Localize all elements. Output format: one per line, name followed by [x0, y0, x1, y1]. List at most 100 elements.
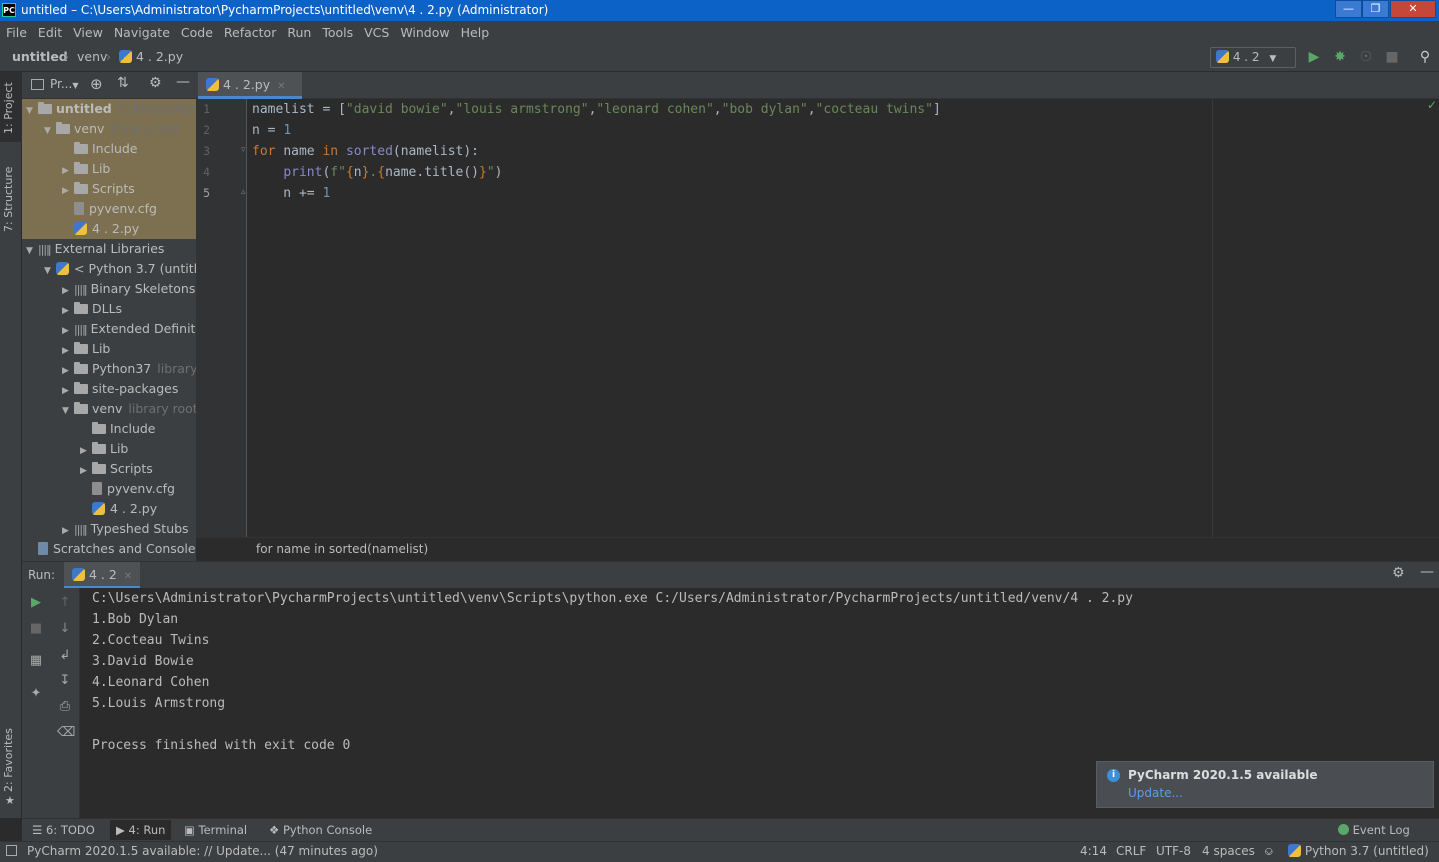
inspection-ok-icon[interactable]: ✓	[1427, 98, 1437, 112]
hide-panel-icon[interactable]: —	[1420, 564, 1434, 580]
arrow-up-icon[interactable]: ↑	[57, 595, 73, 611]
tree-item[interactable]: ▼ |||‖ External Libraries	[22, 239, 196, 259]
line-number[interactable]: 4	[196, 165, 210, 179]
tree-item[interactable]: Scratches and Console:	[22, 539, 196, 559]
collapse-arrow-icon[interactable]: ▶	[62, 161, 74, 179]
layout-icon[interactable]: ▦	[28, 653, 44, 669]
tree-item[interactable]: ▶ Python37 library	[22, 359, 196, 379]
stop-icon[interactable]: ■	[28, 621, 44, 637]
structure-tool-tab[interactable]: 7: Structure	[2, 167, 15, 232]
arrow-down-icon[interactable]: ↓	[57, 621, 73, 637]
indent-setting[interactable]: 4 spaces	[1202, 844, 1255, 858]
breadcrumb-file[interactable]: 4 . 2.py	[119, 49, 183, 64]
file-encoding[interactable]: UTF-8	[1156, 844, 1191, 858]
tree-item[interactable]: ▶ |||‖ Typeshed Stubs	[22, 519, 196, 539]
tree-item[interactable]: ▶ Lib	[22, 439, 196, 459]
project-view-select[interactable]: Pr...▼	[50, 77, 78, 91]
menu-vcs[interactable]: VCS	[358, 21, 394, 40]
search-icon[interactable]: ⚲	[1417, 49, 1433, 65]
line-number[interactable]: 5	[196, 186, 210, 200]
tree-item[interactable]: ▼ venv library root	[22, 119, 196, 139]
status-message[interactable]: PyCharm 2020.1.5 available: // Update...…	[27, 844, 378, 858]
menu-run[interactable]: Run	[281, 21, 316, 40]
code-line[interactable]: for name in sorted(namelist):	[252, 141, 479, 162]
expand-arrow-icon[interactable]: ▼	[62, 401, 74, 419]
notification-update-link[interactable]: Update...	[1128, 786, 1183, 800]
menu-file[interactable]: File	[0, 21, 32, 40]
soft-wrap-icon[interactable]: ↲	[57, 648, 73, 664]
tree-item[interactable]: 4 . 2.py	[22, 499, 196, 519]
code-editor[interactable]: namelist = ["david bowie","louis armstro…	[247, 99, 1439, 537]
close-tab-icon[interactable]: ✕	[277, 81, 285, 92]
close-tab-icon[interactable]: ✕	[124, 571, 132, 582]
collapse-arrow-icon[interactable]: ▶	[80, 461, 92, 479]
tree-item[interactable]: ▶ Lib	[22, 339, 196, 359]
stop-icon[interactable]: ■	[1384, 49, 1400, 65]
expand-arrow-icon[interactable]: ▼	[44, 121, 56, 139]
favorites-tool-tab[interactable]: 2: Favorites	[2, 728, 15, 792]
locate-icon[interactable]: ⊕	[90, 75, 103, 93]
collapse-arrow-icon[interactable]: ▶	[62, 361, 74, 379]
tree-item[interactable]: 4 . 2.py	[22, 219, 196, 239]
gear-icon[interactable]: ⚙	[149, 75, 162, 91]
print-icon[interactable]: ⎙	[57, 699, 73, 715]
collapse-arrow-icon[interactable]: ▶	[80, 441, 92, 459]
menu-code[interactable]: Code	[175, 21, 218, 40]
rerun-icon[interactable]: ▶	[28, 595, 44, 611]
collapse-arrow-icon[interactable]: ▶	[62, 281, 74, 299]
collapse-arrow-icon[interactable]: ▶	[62, 321, 74, 339]
code-line[interactable]: n = 1	[252, 120, 291, 141]
menu-view[interactable]: View	[67, 21, 108, 40]
tree-item[interactable]: ▶ |||‖ Extended Definiti	[22, 319, 196, 339]
collapse-all-icon[interactable]: ⇅	[117, 75, 129, 91]
tree-item[interactable]: ▼ venv library root	[22, 399, 196, 419]
toggle-tool-windows-icon[interactable]	[6, 845, 17, 856]
collapse-arrow-icon[interactable]: ▶	[62, 521, 74, 539]
code-line[interactable]: print(f"{n}.{name.title()}")	[252, 162, 502, 183]
menu-help[interactable]: Help	[455, 21, 495, 40]
expand-arrow-icon[interactable]: ▼	[26, 241, 38, 259]
tree-item[interactable]: Include	[22, 419, 196, 439]
trash-icon[interactable]: ⌫	[57, 725, 75, 741]
run-tool-button[interactable]: ▶ 4: Run	[110, 820, 172, 840]
expand-arrow-icon[interactable]: ▼	[44, 261, 56, 279]
menu-navigate[interactable]: Navigate	[108, 21, 175, 40]
collapse-arrow-icon[interactable]: ▶	[62, 381, 74, 399]
collapse-arrow-icon[interactable]: ▶	[62, 341, 74, 359]
project-tool-tab[interactable]: 1: Project	[2, 82, 15, 134]
tree-item[interactable]: ▶ |||‖ Binary Skeletons	[22, 279, 196, 299]
update-notification[interactable]: i PyCharm 2020.1.5 available Update...	[1096, 761, 1434, 808]
todo-tool-button[interactable]: ☰ 6: TODO	[32, 823, 95, 837]
editor-tab-4-2-py[interactable]: 4 . 2.py ✕	[198, 72, 302, 99]
menu-edit[interactable]: Edit	[32, 21, 67, 40]
event-log-tool-button[interactable]: Event Log	[1338, 823, 1410, 837]
collapse-arrow-icon[interactable]: ▶	[62, 301, 74, 319]
coverage-icon[interactable]: ☉	[1358, 49, 1374, 65]
collapse-arrow-icon[interactable]: ▶	[62, 181, 74, 199]
tree-item[interactable]: ▶ Lib	[22, 159, 196, 179]
lock-icon[interactable]: ⎉	[1264, 844, 1274, 859]
python-console-tool-button[interactable]: ❖ Python Console	[269, 823, 372, 837]
run-tab-4-2[interactable]: 4 . 2 ✕	[64, 562, 141, 589]
tree-item[interactable]: ▶ Scripts	[22, 459, 196, 479]
breadcrumb-folder[interactable]: venv	[77, 49, 107, 64]
menu-window[interactable]: Window	[394, 21, 454, 40]
menu-tools[interactable]: Tools	[316, 21, 358, 40]
interpreter-select[interactable]: Python 3.7 (untitled)	[1288, 844, 1429, 858]
fold-marker-icon[interactable]: ▿	[241, 145, 246, 155]
tree-item[interactable]: Include	[22, 139, 196, 159]
tree-item[interactable]: ▼ < Python 3.7 (untitle	[22, 259, 196, 279]
maximize-button[interactable]: ❐	[1362, 0, 1389, 18]
expand-arrow-icon[interactable]: ▼	[26, 101, 38, 119]
tree-item[interactable]: ▶ Scripts	[22, 179, 196, 199]
run-icon[interactable]: ▶	[1306, 49, 1322, 65]
line-separator[interactable]: CRLF	[1116, 844, 1146, 858]
pin-icon[interactable]: ✦	[28, 686, 44, 702]
code-line[interactable]: namelist = ["david bowie","louis armstro…	[252, 99, 941, 120]
close-button[interactable]: ✕	[1390, 0, 1436, 18]
code-line[interactable]: n += 1	[252, 183, 330, 204]
line-number[interactable]: 2	[196, 123, 210, 137]
line-number[interactable]: 1	[196, 102, 210, 116]
run-configuration-select[interactable]: 4 . 2 ▼	[1210, 47, 1296, 68]
code-breadcrumb[interactable]: for name in sorted(namelist)	[256, 542, 428, 556]
